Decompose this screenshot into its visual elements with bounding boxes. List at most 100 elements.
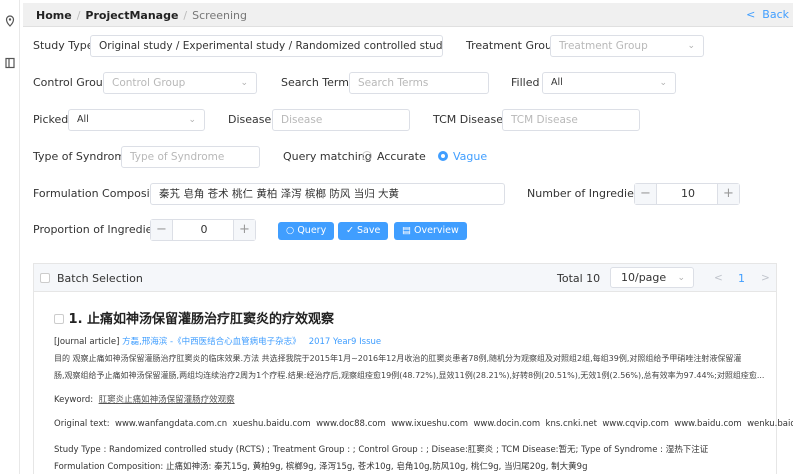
breadcrumb-project[interactable]: ProjectManage bbox=[85, 9, 178, 22]
radio-vague-label: Vague bbox=[453, 150, 488, 163]
tcm-disease-input[interactable]: TCM Disease bbox=[502, 109, 640, 131]
chevron-down-icon: ⌄ bbox=[687, 41, 695, 51]
control-group-label: Control Group bbox=[33, 76, 110, 89]
back-chevron-icon: < bbox=[746, 8, 756, 21]
proportion-stepper[interactable]: − 0 + bbox=[150, 219, 256, 241]
meta-line: Study Type : Randomized controlled study… bbox=[54, 445, 709, 455]
chevron-down-icon: ⌄ bbox=[240, 78, 248, 88]
treatment-group-placeholder: Treatment Group bbox=[559, 40, 648, 52]
radio-vague[interactable]: Vague bbox=[438, 149, 487, 165]
overview-button-label: Overview bbox=[414, 225, 459, 236]
picked-label: Picked bbox=[33, 113, 69, 126]
batch-selection[interactable]: Batch Selection bbox=[40, 272, 143, 285]
disease-placeholder: Disease bbox=[281, 114, 323, 126]
chevron-down-icon: ⌄ bbox=[426, 41, 434, 51]
decrement-button[interactable]: − bbox=[151, 220, 173, 240]
control-group-placeholder: Control Group bbox=[112, 77, 186, 89]
batch-checkbox[interactable] bbox=[40, 273, 50, 283]
source-link[interactable]: kns.cnki.net bbox=[546, 419, 597, 429]
left-sidebar bbox=[0, 0, 20, 474]
treatment-group-label: Treatment Group bbox=[466, 39, 559, 52]
radio-accurate-label: Accurate bbox=[377, 150, 426, 163]
batch-selection-label: Batch Selection bbox=[57, 272, 143, 285]
next-page-icon[interactable]: > bbox=[761, 272, 770, 284]
disease-input[interactable]: Disease bbox=[272, 109, 410, 131]
document-icon: ▤ bbox=[402, 225, 411, 236]
tcm-disease-placeholder: TCM Disease bbox=[511, 114, 578, 126]
query-button-label: Query bbox=[297, 225, 327, 236]
page-size-value: 10/page bbox=[621, 271, 667, 284]
disease-label: Disease bbox=[228, 113, 272, 126]
source-link[interactable]: www.ixueshu.com bbox=[391, 419, 468, 429]
study-type-select[interactable]: Original study / Experimental study / Ra… bbox=[90, 35, 443, 57]
panel-toggle-icon[interactable] bbox=[4, 57, 16, 69]
issue-link[interactable]: 2017 Year9 Issue bbox=[309, 337, 381, 347]
total-count: Total 10 bbox=[557, 272, 601, 285]
source-link[interactable]: www.doc88.com bbox=[316, 419, 386, 429]
picked-select[interactable]: All ⌄ bbox=[68, 109, 205, 131]
proportion-label: Proportion of Ingredients bbox=[33, 223, 170, 236]
control-group-select[interactable]: Control Group ⌄ bbox=[103, 72, 257, 94]
radio-selected-icon bbox=[438, 151, 448, 161]
source-link[interactable]: wenku.baidu.com bbox=[747, 419, 793, 429]
back-button[interactable]: < Back bbox=[746, 8, 789, 21]
source-link[interactable]: www.docin.com bbox=[473, 419, 540, 429]
radio-circle-icon bbox=[362, 151, 372, 161]
authors-link[interactable]: 方磊,邢海滨 -《中西医结合心血管病电子杂志》 bbox=[122, 337, 300, 347]
breadcrumb-bar: Home / ProjectManage / Screening < Back bbox=[23, 3, 793, 27]
treatment-group-select[interactable]: Treatment Group ⌄ bbox=[550, 35, 704, 57]
keyword-link[interactable]: 肛窦炎止痛如神汤保留灌肠疗效观察 bbox=[99, 395, 235, 405]
results-header: Batch Selection Total 10 10/page ⌄ < 1 > bbox=[34, 264, 776, 292]
radio-accurate[interactable]: Accurate bbox=[362, 149, 426, 165]
breadcrumb: Home / ProjectManage / Screening bbox=[36, 9, 247, 22]
num-ingredients-value: 10 bbox=[681, 187, 695, 200]
original-text-line: Original text: www.wanfangdata.com.cn xu… bbox=[54, 419, 793, 429]
study-type-value: Original study / Experimental study / Ra… bbox=[99, 40, 443, 52]
save-button[interactable]: ✓ Save bbox=[338, 222, 389, 240]
formulation-value: 秦艽 皂角 苍术 桃仁 黄柏 泽泻 槟榔 防风 当归 大黄 bbox=[159, 188, 400, 200]
breadcrumb-current: Screening bbox=[192, 9, 247, 22]
num-ingredients-stepper[interactable]: − 10 + bbox=[634, 183, 740, 205]
filled-select[interactable]: All ⌄ bbox=[542, 72, 676, 94]
page-size-select[interactable]: 10/page ⌄ bbox=[610, 267, 694, 288]
save-button-label: Save bbox=[357, 225, 381, 236]
prev-page-icon[interactable]: < bbox=[714, 272, 723, 284]
back-label: Back bbox=[762, 8, 789, 21]
decrement-button[interactable]: − bbox=[635, 184, 657, 204]
search-terms-label: Search Terms bbox=[281, 76, 355, 89]
source-link[interactable]: www.wanfangdata.com.cn bbox=[115, 419, 227, 429]
num-ingredients-label: Number of Ingredients bbox=[527, 187, 651, 200]
keyword-label: Keyword: bbox=[54, 395, 94, 405]
abstract-line-1: 目的 观察止痛如神汤保留灌肠治疗肛窦炎的临床效果.方法 共选择我院于2015年1… bbox=[54, 354, 742, 363]
journal-prefix: [Journal article] bbox=[54, 337, 120, 347]
result-title-row[interactable]: 1. 止痛如神汤保留灌肠治疗肛窦炎的疗效观察 bbox=[54, 308, 334, 327]
type-of-syndrome-label: Type of Syndrome bbox=[33, 150, 132, 163]
source-link[interactable]: www.baidu.com bbox=[674, 419, 741, 429]
overview-button[interactable]: ▤ Overview bbox=[394, 222, 467, 240]
search-terms-input[interactable]: Search Terms bbox=[349, 72, 489, 94]
picked-value: All bbox=[77, 114, 89, 125]
abstract-line-2: 肠,观察组给予止痛如神汤保留灌肠,两组均连续治疗2周为1个疗程.结果:经治疗后,… bbox=[54, 371, 765, 380]
item-checkbox[interactable] bbox=[54, 314, 64, 324]
increment-button[interactable]: + bbox=[717, 184, 739, 204]
check-icon: ✓ bbox=[346, 225, 354, 236]
location-pin-icon[interactable] bbox=[4, 15, 16, 27]
query-button[interactable]: ○ Query bbox=[278, 222, 335, 240]
source-link[interactable]: www.cqvip.com bbox=[602, 419, 669, 429]
filled-label: Filled bbox=[511, 76, 540, 89]
type-of-syndrome-placeholder: Type of Syndrome bbox=[130, 151, 225, 163]
query-matching-label: Query matching bbox=[283, 150, 372, 163]
result-title[interactable]: 1. 止痛如神汤保留灌肠治疗肛窦炎的疗效观察 bbox=[69, 312, 335, 327]
study-type-label: Study Type bbox=[33, 39, 94, 52]
breadcrumb-home[interactable]: Home bbox=[36, 9, 72, 22]
type-of-syndrome-input[interactable]: Type of Syndrome bbox=[121, 146, 260, 168]
formulation-detail-line: Formulation Composition: 止痛如神汤: 秦艽15g, 黄… bbox=[54, 462, 588, 472]
source-link[interactable]: xueshu.baidu.com bbox=[233, 419, 311, 429]
page-number[interactable]: 1 bbox=[738, 272, 745, 285]
keyword-line: Keyword: 肛窦炎止痛如神汤保留灌肠疗效观察 bbox=[54, 393, 235, 405]
increment-button[interactable]: + bbox=[233, 220, 255, 240]
proportion-value: 0 bbox=[200, 223, 208, 236]
formulation-input[interactable]: 秦艽 皂角 苍术 桃仁 黄柏 泽泻 槟榔 防风 当归 大黄 bbox=[150, 183, 505, 205]
tcm-disease-label: TCM Disease bbox=[433, 113, 504, 126]
search-terms-placeholder: Search Terms bbox=[358, 77, 429, 89]
